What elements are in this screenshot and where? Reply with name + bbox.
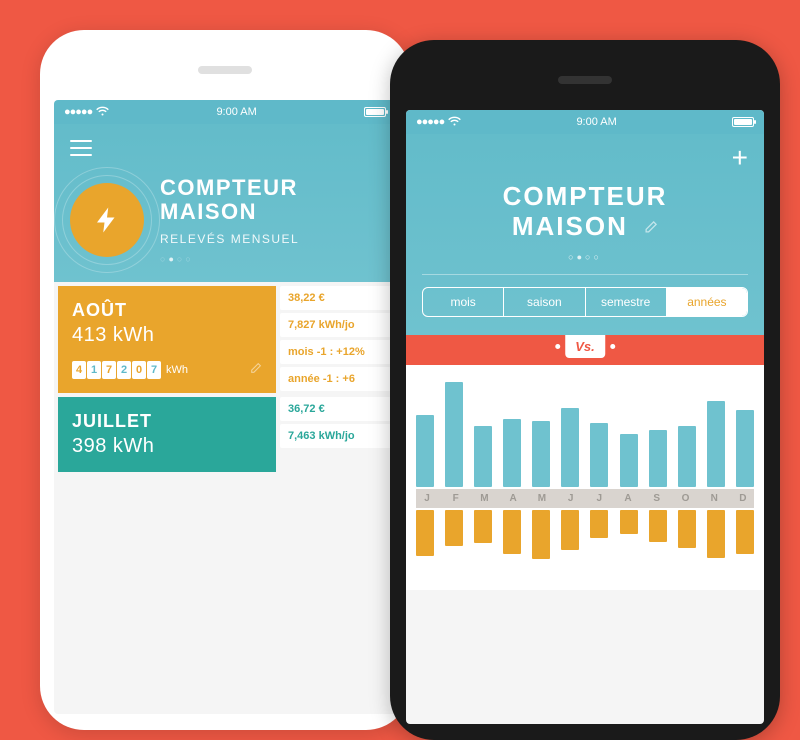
page-title: COMPTEUR MAISON bbox=[160, 176, 299, 224]
chart-bar-bottom bbox=[416, 510, 434, 556]
speaker bbox=[198, 66, 252, 74]
chart-bar-bottom bbox=[503, 510, 521, 554]
chart-bar-bottom bbox=[620, 510, 638, 534]
battery-icon bbox=[732, 117, 754, 127]
stat-month-delta: mois -1 : +12% bbox=[280, 340, 392, 364]
phone-white-frame: ●●●●● 9:00 AM COMPTEUR MAISON RELEVÉ bbox=[40, 30, 410, 730]
header: + COMPTEUR MAISON ○●○○ mois saison semes… bbox=[406, 134, 764, 335]
axis-label: M bbox=[475, 493, 493, 504]
month-label: AOÛT bbox=[72, 300, 262, 321]
chart-bar-top bbox=[503, 419, 521, 487]
chart-bar-top bbox=[561, 408, 579, 487]
chart-bar-bottom bbox=[590, 510, 608, 538]
page-indicator[interactable]: ○●○○ bbox=[160, 254, 299, 264]
screen: ●●●●● 9:00 AM + COMPTEUR MAISON bbox=[406, 110, 764, 724]
status-bar: ●●●●● 9:00 AM bbox=[406, 110, 764, 134]
screen: ●●●●● 9:00 AM COMPTEUR MAISON RELEVÉ bbox=[54, 100, 396, 714]
month-card-juillet[interactable]: JUILLET 398 kWh 36,72 € 7,463 kWh/jo bbox=[58, 397, 392, 472]
tab-semestre[interactable]: semestre bbox=[586, 288, 667, 316]
status-bar: ●●●●● 9:00 AM bbox=[54, 100, 396, 124]
page-indicator[interactable]: ○●○○ bbox=[422, 252, 748, 262]
chart-bar-bottom bbox=[678, 510, 696, 548]
chart-bar-bottom bbox=[445, 510, 463, 546]
signal-dots-icon: ●●●●● bbox=[64, 106, 92, 118]
axis-label: J bbox=[562, 493, 580, 504]
vs-banner: Vs. bbox=[406, 335, 764, 365]
axis-label: N bbox=[705, 493, 723, 504]
chart-bar-top bbox=[707, 401, 725, 487]
axis-label: O bbox=[676, 493, 694, 504]
signal-dots-icon: ●●●●● bbox=[416, 116, 444, 128]
page-title: COMPTEUR MAISON bbox=[422, 182, 748, 242]
wifi-icon bbox=[448, 116, 461, 129]
chart-bar-top bbox=[736, 410, 754, 487]
stat-price: 36,72 € bbox=[280, 397, 392, 421]
chart-bar-top bbox=[649, 430, 667, 487]
month-label: JUILLET bbox=[72, 411, 262, 432]
period-segmented-control[interactable]: mois saison semestre années bbox=[422, 287, 748, 317]
chart-bar-top bbox=[620, 434, 638, 487]
stat-year-delta: année -1 : +6 bbox=[280, 367, 392, 391]
odometer: 4 1 7 2 0 7 kWh bbox=[72, 361, 262, 379]
stat-price: 38,22 € bbox=[280, 286, 392, 310]
bolt-icon bbox=[70, 183, 144, 257]
status-time: 9:00 AM bbox=[576, 116, 616, 128]
month-kwh: 398 kWh bbox=[72, 435, 262, 458]
chart-bar-top bbox=[678, 426, 696, 487]
axis-label: A bbox=[504, 493, 522, 504]
axis-label: F bbox=[447, 493, 465, 504]
chart-bar-top bbox=[590, 423, 608, 487]
battery-icon bbox=[364, 107, 386, 117]
chart-bar-bottom bbox=[707, 510, 725, 558]
status-time: 9:00 AM bbox=[216, 106, 256, 118]
axis-label: D bbox=[734, 493, 752, 504]
odometer-unit: kWh bbox=[166, 364, 188, 376]
axis-label: A bbox=[619, 493, 637, 504]
add-icon[interactable]: + bbox=[732, 148, 748, 168]
divider bbox=[422, 274, 748, 275]
wifi-icon bbox=[96, 106, 109, 119]
tab-mois[interactable]: mois bbox=[423, 288, 504, 316]
tab-annees[interactable]: années bbox=[667, 288, 747, 316]
chart-bar-top bbox=[532, 421, 550, 487]
axis-label: M bbox=[533, 493, 551, 504]
chart-bar-bottom bbox=[649, 510, 667, 542]
chart-bar-top bbox=[474, 426, 492, 487]
stat-perday: 7,827 kWh/jo bbox=[280, 313, 392, 337]
chart-bar-top bbox=[445, 382, 463, 487]
axis-label: J bbox=[418, 493, 436, 504]
axis-label: S bbox=[648, 493, 666, 504]
tab-saison[interactable]: saison bbox=[504, 288, 585, 316]
chart-bar-bottom bbox=[474, 510, 492, 544]
chart-bar-bottom bbox=[736, 510, 754, 554]
page-subtitle: RELEVÉS MENSUEL bbox=[160, 232, 299, 246]
menu-icon[interactable] bbox=[70, 140, 92, 156]
month-kwh: 413 kWh bbox=[72, 324, 262, 347]
phone-black-frame: ●●●●● 9:00 AM + COMPTEUR MAISON bbox=[390, 40, 780, 740]
stat-perday: 7,463 kWh/jo bbox=[280, 424, 392, 448]
chart-bar-top bbox=[416, 415, 434, 487]
speaker bbox=[558, 76, 612, 84]
edit-icon[interactable] bbox=[249, 362, 262, 378]
month-card-aout[interactable]: AOÛT 413 kWh 4 1 7 2 0 7 kWh 38,22 € 7, bbox=[58, 286, 392, 393]
chart-bar-bottom bbox=[561, 510, 579, 550]
vs-label: Vs. bbox=[565, 335, 605, 358]
comparison-chart: JFMAMJJASOND bbox=[406, 365, 764, 590]
edit-icon[interactable] bbox=[643, 212, 658, 242]
chart-bar-bottom bbox=[532, 510, 550, 560]
axis-label: J bbox=[590, 493, 608, 504]
header: COMPTEUR MAISON RELEVÉS MENSUEL ○●○○ bbox=[54, 124, 396, 282]
